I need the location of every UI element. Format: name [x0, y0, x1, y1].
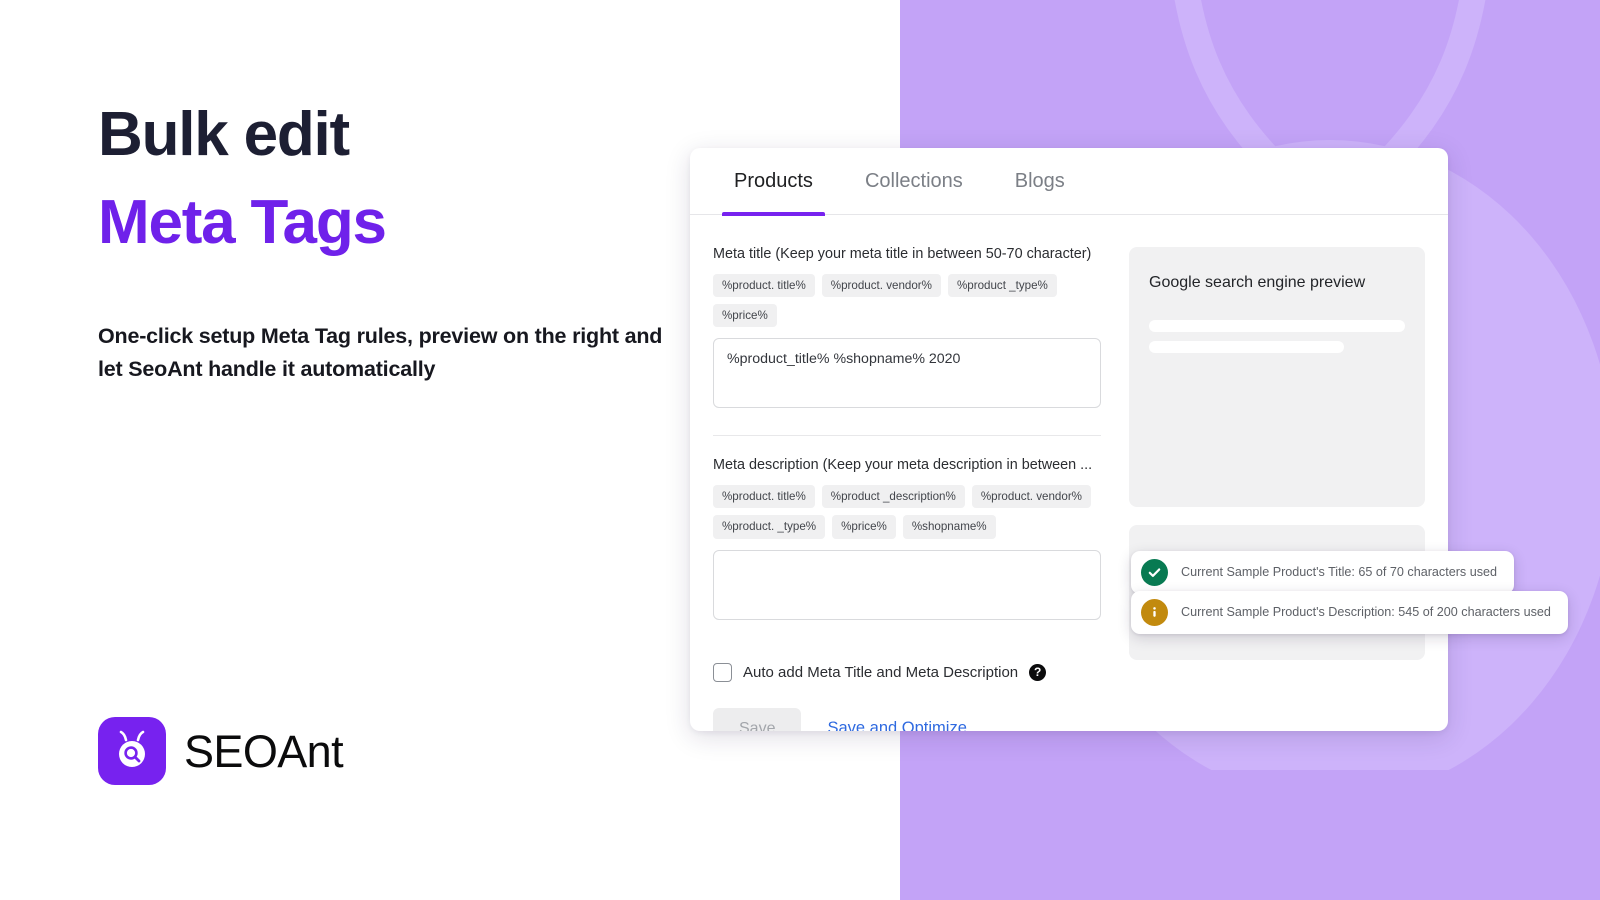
chip-desc-price[interactable]: %price%	[832, 515, 896, 539]
preview-skeleton-group	[1149, 320, 1405, 354]
tab-products[interactable]: Products	[708, 148, 839, 216]
toast-description-text: Current Sample Product's Description: 54…	[1181, 604, 1551, 619]
action-button-row: Save Save and Optimize	[713, 707, 1101, 731]
save-and-optimize-button[interactable]: Save and Optimize	[827, 719, 966, 731]
tab-blogs-label: Blogs	[1014, 169, 1065, 192]
meta-tags-app-card: Products Collections Blogs Meta title (K…	[690, 148, 1448, 731]
chip-product-type[interactable]: %product _type%	[947, 273, 1057, 298]
toast-title-text: Current Sample Product's Title: 65 of 70…	[1181, 564, 1498, 579]
seoant-logo-icon	[98, 717, 166, 785]
meta-title-input[interactable]	[713, 338, 1101, 409]
brand-name: SEOAnt	[184, 725, 344, 777]
help-question-icon[interactable]: ?	[1029, 663, 1047, 681]
tab-collections-label: Collections	[864, 169, 963, 192]
tab-blogs[interactable]: Blogs	[989, 148, 1091, 215]
brand-lockup: SEOAnt	[98, 717, 344, 785]
section-divider	[713, 435, 1101, 437]
toast-title-character-count: Current Sample Product's Title: 65 of 70…	[1131, 551, 1515, 594]
tab-products-label: Products	[734, 169, 813, 192]
chip-product-title[interactable]: %product. title%	[713, 273, 815, 298]
chip-desc-product-description[interactable]: %product _description%	[821, 485, 965, 509]
meta-title-section: Meta title (Keep your meta title in betw…	[713, 245, 1101, 413]
meta-description-variable-chips: %product. title% %product _description% …	[713, 485, 1101, 539]
google-search-preview-panel: Google search engine preview	[1129, 247, 1425, 507]
chip-price[interactable]: %price%	[713, 304, 777, 328]
meta-description-label: Meta description (Keep your meta descrip…	[713, 457, 1093, 474]
auto-add-row: Auto add Meta Title and Meta Description…	[713, 662, 1101, 682]
chip-desc-shopname[interactable]: %shopname%	[902, 515, 996, 539]
chip-desc-product-type[interactable]: %product. _type%	[713, 515, 826, 539]
preview-skeleton-line-2	[1149, 341, 1344, 354]
card-body: Meta title (Keep your meta title in betw…	[690, 215, 1448, 731]
screenshot-root: Bulk edit Meta Tags One-click setup Meta…	[0, 0, 1600, 900]
form-column: Meta title (Keep your meta title in betw…	[713, 245, 1101, 731]
meta-description-section: Meta description (Keep your meta descrip…	[713, 456, 1101, 624]
auto-add-label: Auto add Meta Title and Meta Description	[743, 663, 1019, 681]
tab-bar: Products Collections Blogs	[690, 148, 1448, 216]
meta-title-variable-chips: %product. title% %product. vendor% %prod…	[713, 273, 1101, 328]
meta-description-input[interactable]	[713, 549, 1101, 620]
chip-desc-product-vendor[interactable]: %product. vendor%	[971, 485, 1091, 509]
auto-add-checkbox[interactable]	[713, 662, 732, 682]
check-circle-icon	[1141, 559, 1168, 586]
chip-product-vendor[interactable]: %product. vendor%	[821, 273, 941, 298]
save-button[interactable]: Save	[713, 707, 802, 731]
meta-title-label: Meta title (Keep your meta title in betw…	[713, 246, 1092, 262]
hero-subtitle: One-click setup Meta Tag rules, preview …	[98, 324, 663, 381]
google-preview-title: Google search engine preview	[1149, 274, 1366, 291]
chip-desc-product-title[interactable]: %product. title%	[713, 485, 815, 509]
toast-description-character-count: Current Sample Product's Description: 54…	[1131, 591, 1568, 634]
preview-column: Google search engine preview	[1129, 245, 1425, 731]
tab-collections[interactable]: Collections	[839, 148, 989, 215]
preview-skeleton-line-1	[1149, 320, 1405, 333]
info-circle-icon	[1141, 599, 1168, 626]
